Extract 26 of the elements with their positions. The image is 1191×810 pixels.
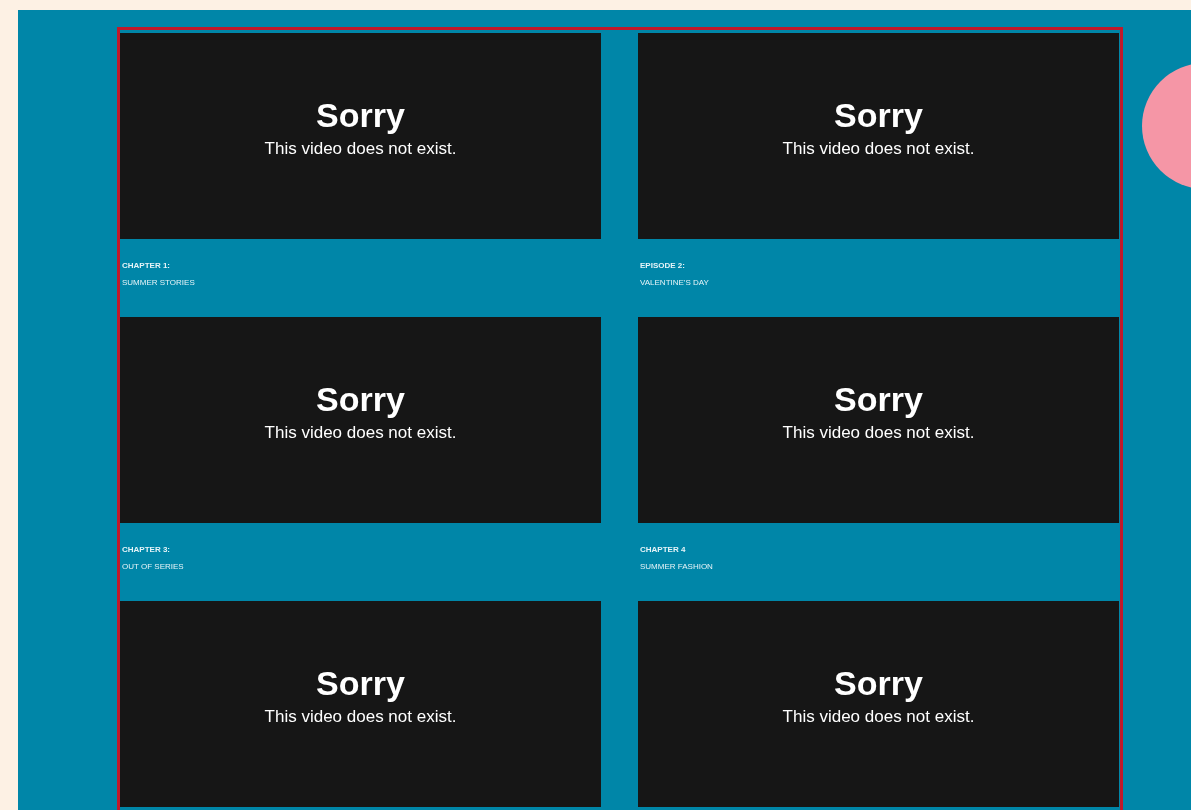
error-message: This video does not exist. (264, 706, 457, 727)
video-player[interactable]: Sorry This video does not exist. (638, 317, 1119, 523)
video-player[interactable]: Sorry This video does not exist. (638, 601, 1119, 807)
error-message: This video does not exist. (782, 706, 975, 727)
error-message: This video does not exist. (782, 138, 975, 159)
error-title: Sorry (834, 381, 923, 419)
error-message: This video does not exist. (264, 422, 457, 443)
video-player[interactable]: Sorry This video does not exist. (120, 33, 601, 239)
error-title: Sorry (834, 97, 923, 135)
episode-title: SUMMER STORIES (122, 278, 196, 287)
episode-label: CHAPTER 4 (640, 545, 687, 554)
episode-label: EPISODE 2: (640, 261, 686, 270)
error-title: Sorry (316, 97, 405, 135)
error-title: Sorry (316, 665, 405, 703)
error-title: Sorry (316, 381, 405, 419)
video-player[interactable]: Sorry This video does not exist. (638, 33, 1119, 239)
video-player[interactable]: Sorry This video does not exist. (120, 601, 601, 807)
video-player[interactable]: Sorry This video does not exist. (120, 317, 601, 523)
episode-label: CHAPTER 1: (122, 261, 171, 270)
error-title: Sorry (834, 665, 923, 703)
episode-label: CHAPTER 3: (122, 545, 171, 554)
episode-title: SUMMER FASHION (640, 562, 714, 571)
episode-title: VALENTINE'S DAY (640, 278, 710, 287)
episode-title: OUT OF SERIES (122, 562, 185, 571)
error-message: This video does not exist. (782, 422, 975, 443)
error-message: This video does not exist. (264, 138, 457, 159)
